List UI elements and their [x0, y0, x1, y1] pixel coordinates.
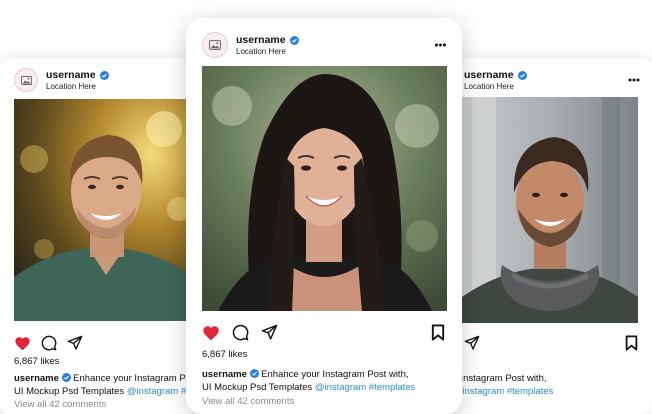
verified-icon: [61, 373, 71, 382]
post-caption: username Enhance your Instagram Post wit…: [14, 372, 196, 399]
hashtag-link[interactable]: #templates: [369, 382, 415, 393]
post-actions: [202, 324, 288, 341]
post-photo[interactable]: [462, 97, 638, 323]
caption-username[interactable]: username: [202, 369, 247, 380]
image-icon: [20, 75, 32, 85]
caption-text-line1: Enhance your Instagram Post with,: [448, 373, 547, 384]
mention-link[interactable]: @instagram: [315, 382, 366, 393]
post-card-center: username Location Here 6,867 likes usern…: [186, 18, 462, 414]
comment-icon[interactable]: [41, 335, 57, 351]
caption-text-line1: Enhance your Instagram Post with,: [73, 373, 196, 384]
share-icon[interactable]: [464, 335, 480, 351]
caption-text-line2: UI Mockup Psd Templates: [202, 382, 313, 394]
caption-username[interactable]: username: [14, 373, 59, 384]
username-label[interactable]: username: [236, 34, 286, 47]
post-actions: [14, 335, 93, 351]
caption-text-line1: Enhance your Instagram Post with,: [261, 369, 409, 380]
post-card-right: username Location Here Instagram Post wi…: [448, 58, 652, 414]
heart-icon[interactable]: [14, 336, 31, 351]
location-label[interactable]: Location Here: [46, 82, 109, 92]
post-card-left: username Location Here 6,867 likes usern…: [0, 58, 196, 414]
likes-count[interactable]: 6,867 likes: [14, 356, 59, 367]
post-header: username Location Here: [202, 32, 299, 58]
share-icon[interactable]: [261, 324, 278, 341]
post-header: username Location Here: [14, 68, 109, 92]
post-caption: username Enhance your Instagram Post wit…: [202, 368, 415, 395]
location-label[interactable]: Location Here: [236, 47, 299, 57]
verified-icon: [99, 70, 109, 80]
view-comments-link[interactable]: View all 42 comments: [202, 396, 294, 407]
avatar[interactable]: [202, 32, 228, 58]
verified-icon: [289, 35, 299, 45]
view-comments-link[interactable]: View all 42 comments: [14, 399, 106, 410]
more-icon[interactable]: [628, 78, 640, 82]
image-icon: [209, 40, 221, 50]
caption-text-line2: UI Mockup Psd Templates: [14, 386, 125, 398]
more-icon[interactable]: [434, 43, 447, 47]
verified-icon: [249, 369, 259, 378]
post-caption: username Enhance your Instagram Post wit…: [448, 372, 553, 399]
verified-icon: [517, 70, 527, 80]
location-label[interactable]: Location Here: [464, 82, 527, 92]
mention-link[interactable]: @instagram: [127, 386, 178, 397]
username-label[interactable]: username: [464, 69, 514, 82]
post-photo[interactable]: [14, 99, 196, 321]
username-label[interactable]: username: [46, 69, 96, 82]
bookmark-icon[interactable]: [431, 324, 445, 341]
heart-icon[interactable]: [202, 325, 220, 341]
avatar[interactable]: [14, 68, 38, 92]
bookmark-icon[interactable]: [625, 335, 638, 351]
likes-count[interactable]: 6,867 likes: [202, 349, 247, 360]
post-photo[interactable]: [202, 66, 447, 311]
hashtag-link[interactable]: #templates: [507, 386, 553, 397]
share-icon[interactable]: [67, 335, 83, 351]
comment-icon[interactable]: [232, 324, 249, 341]
